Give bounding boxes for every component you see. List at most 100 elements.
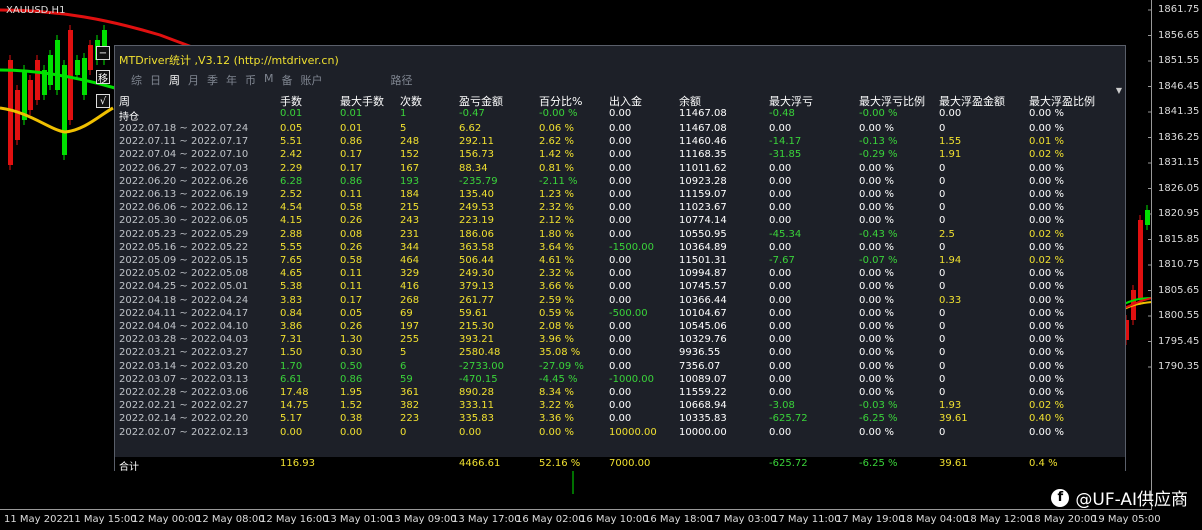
- table-cell: 261.77: [459, 294, 494, 306]
- table-cell: 2580.48: [459, 347, 501, 359]
- tab-备[interactable]: 备: [282, 72, 293, 88]
- table-cell: 0.00: [609, 108, 632, 119]
- table-cell: 0.00: [769, 175, 792, 187]
- table-cell: -0.48: [769, 108, 795, 119]
- minimize-button[interactable]: −: [96, 46, 110, 60]
- table-cell: 0.00: [609, 175, 632, 187]
- holding-row[interactable]: 持仓 0.01 0.01 1 -0.47 -0.00 % 0.00 11467.08 -0.48…: [115, 107, 1125, 123]
- table-cell: 464: [400, 255, 420, 266]
- table-cell: 10104.67: [679, 307, 727, 319]
- price-tick: 1805.65: [1158, 284, 1200, 296]
- table-cell: 215.30: [459, 321, 494, 332]
- table-cell: -0.00 %: [539, 108, 578, 119]
- table-cell: 0: [939, 189, 946, 200]
- tab-季[interactable]: 季: [207, 72, 218, 88]
- tab-日[interactable]: 日: [150, 72, 161, 88]
- table-cell: 3.86: [280, 321, 303, 332]
- table-cell: 2022.02.14 ~ 2022.02.20: [119, 413, 249, 425]
- tab-path[interactable]: 路径: [391, 72, 413, 88]
- table-cell: -1000.00: [609, 373, 654, 385]
- table-cell: 6.62: [459, 123, 482, 134]
- candle-body: [62, 65, 67, 155]
- price-tick: 1861.75: [1158, 4, 1200, 15]
- total-cell: 116.93: [280, 458, 315, 469]
- table-cell: 11159.07: [679, 189, 727, 200]
- price-tick: 1795.45: [1158, 335, 1200, 347]
- table-cell: -31.85: [769, 149, 802, 161]
- table-cell: 0: [939, 281, 946, 293]
- candle-body: [75, 60, 80, 75]
- table-cell: 2022.06.13 ~ 2022.06.19: [119, 189, 249, 200]
- table-cell: 0.81 %: [539, 162, 574, 174]
- table-cell: 231: [400, 228, 420, 240]
- table-cell: 2022.04.11 ~ 2022.04.17: [119, 307, 249, 319]
- tab-周[interactable]: 周: [169, 72, 180, 88]
- table-row[interactable]: 2022.02.07 ~ 2022.02.13 0.00 0.00 0 0.00 0.00…: [115, 426, 1125, 441]
- table-cell: 0.26: [340, 241, 363, 253]
- table-cell: 7.31: [280, 334, 303, 346]
- table-cell: 0.00: [609, 281, 632, 293]
- table-cell: 3.64 %: [539, 241, 574, 253]
- table-cell: 0: [939, 123, 946, 134]
- tab-综[interactable]: 综: [131, 72, 142, 88]
- table-cell: 10089.07: [679, 373, 727, 385]
- table-cell: 0.00: [769, 334, 792, 346]
- table-cell: 0.00 %: [859, 162, 894, 174]
- time-tick: 13 May 01:00: [324, 514, 393, 525]
- table-cell: 3.83: [280, 294, 303, 306]
- chart-symbol: XAUUSD,H1: [6, 5, 66, 16]
- table-cell: 268: [400, 294, 420, 306]
- table-cell: 0.00: [609, 228, 632, 240]
- table-cell: 0.00: [459, 426, 482, 438]
- table-cell: 0: [939, 321, 946, 332]
- table-cell: 11559.22: [679, 387, 727, 398]
- table-cell: 0.00 %: [859, 241, 894, 253]
- table-cell: 11023.67: [679, 202, 727, 214]
- time-tick: 16 May 10:00: [580, 514, 649, 525]
- table-cell: 0.00: [609, 268, 632, 280]
- table-cell: 0.00 %: [859, 426, 894, 438]
- table-cell: 0: [939, 387, 946, 398]
- table-cell: -7.67: [769, 255, 795, 266]
- period-tabs: 综日周月季年币 M 备账户 路径: [131, 72, 421, 88]
- table-cell: 11467.08: [679, 108, 727, 119]
- table-cell: 335.83: [459, 413, 494, 425]
- table-cell: 152: [400, 149, 420, 161]
- table-cell: 0.00: [609, 387, 632, 398]
- table-cell: 0.58: [340, 255, 363, 266]
- table-cell: 6.28: [280, 175, 303, 187]
- move-button[interactable]: 移: [96, 70, 110, 85]
- table-cell: 0.84: [280, 307, 303, 319]
- table-cell: -27.09 %: [539, 360, 584, 372]
- table-cell: 10364.89: [679, 241, 727, 253]
- price-tick: 1841.35: [1158, 106, 1200, 117]
- table-cell: 5: [400, 123, 407, 134]
- table-cell: 1.23 %: [539, 189, 574, 200]
- table-cell: 0.00: [609, 162, 632, 174]
- tab-M[interactable]: M: [264, 72, 274, 88]
- tab-账户[interactable]: 账户: [301, 72, 323, 88]
- table-cell: 0.00: [769, 215, 792, 227]
- table-cell: 0.00 %: [859, 189, 894, 200]
- table-cell: 2022.07.11 ~ 2022.07.17: [119, 136, 249, 148]
- price-tick: 1815.85: [1158, 233, 1200, 245]
- tab-币[interactable]: 币: [245, 72, 256, 88]
- table-cell: 4.61 %: [539, 255, 574, 266]
- check-button[interactable]: √: [96, 94, 110, 108]
- tab-年[interactable]: 年: [226, 72, 237, 88]
- table-cell: 0.00 %: [1029, 268, 1064, 280]
- table-cell: 186.06: [459, 228, 494, 240]
- table-cell: 11467.08: [679, 123, 727, 134]
- table-cell: 0.00 %: [859, 373, 894, 385]
- tab-月[interactable]: 月: [188, 72, 199, 88]
- table-cell: 7356.07: [679, 360, 721, 372]
- table-cell: -3.08: [769, 400, 795, 412]
- table-cell: 0: [939, 202, 946, 214]
- table-cell: 292.11: [459, 136, 494, 148]
- table-cell: 0: [939, 334, 946, 346]
- table-cell: 0.00 %: [1029, 281, 1064, 293]
- table-cell: 0.00 %: [859, 321, 894, 332]
- table-cell: 11501.31: [679, 255, 727, 266]
- scroll-down-icon[interactable]: ▼: [1116, 86, 1122, 95]
- table-cell: 0.00 %: [859, 387, 894, 398]
